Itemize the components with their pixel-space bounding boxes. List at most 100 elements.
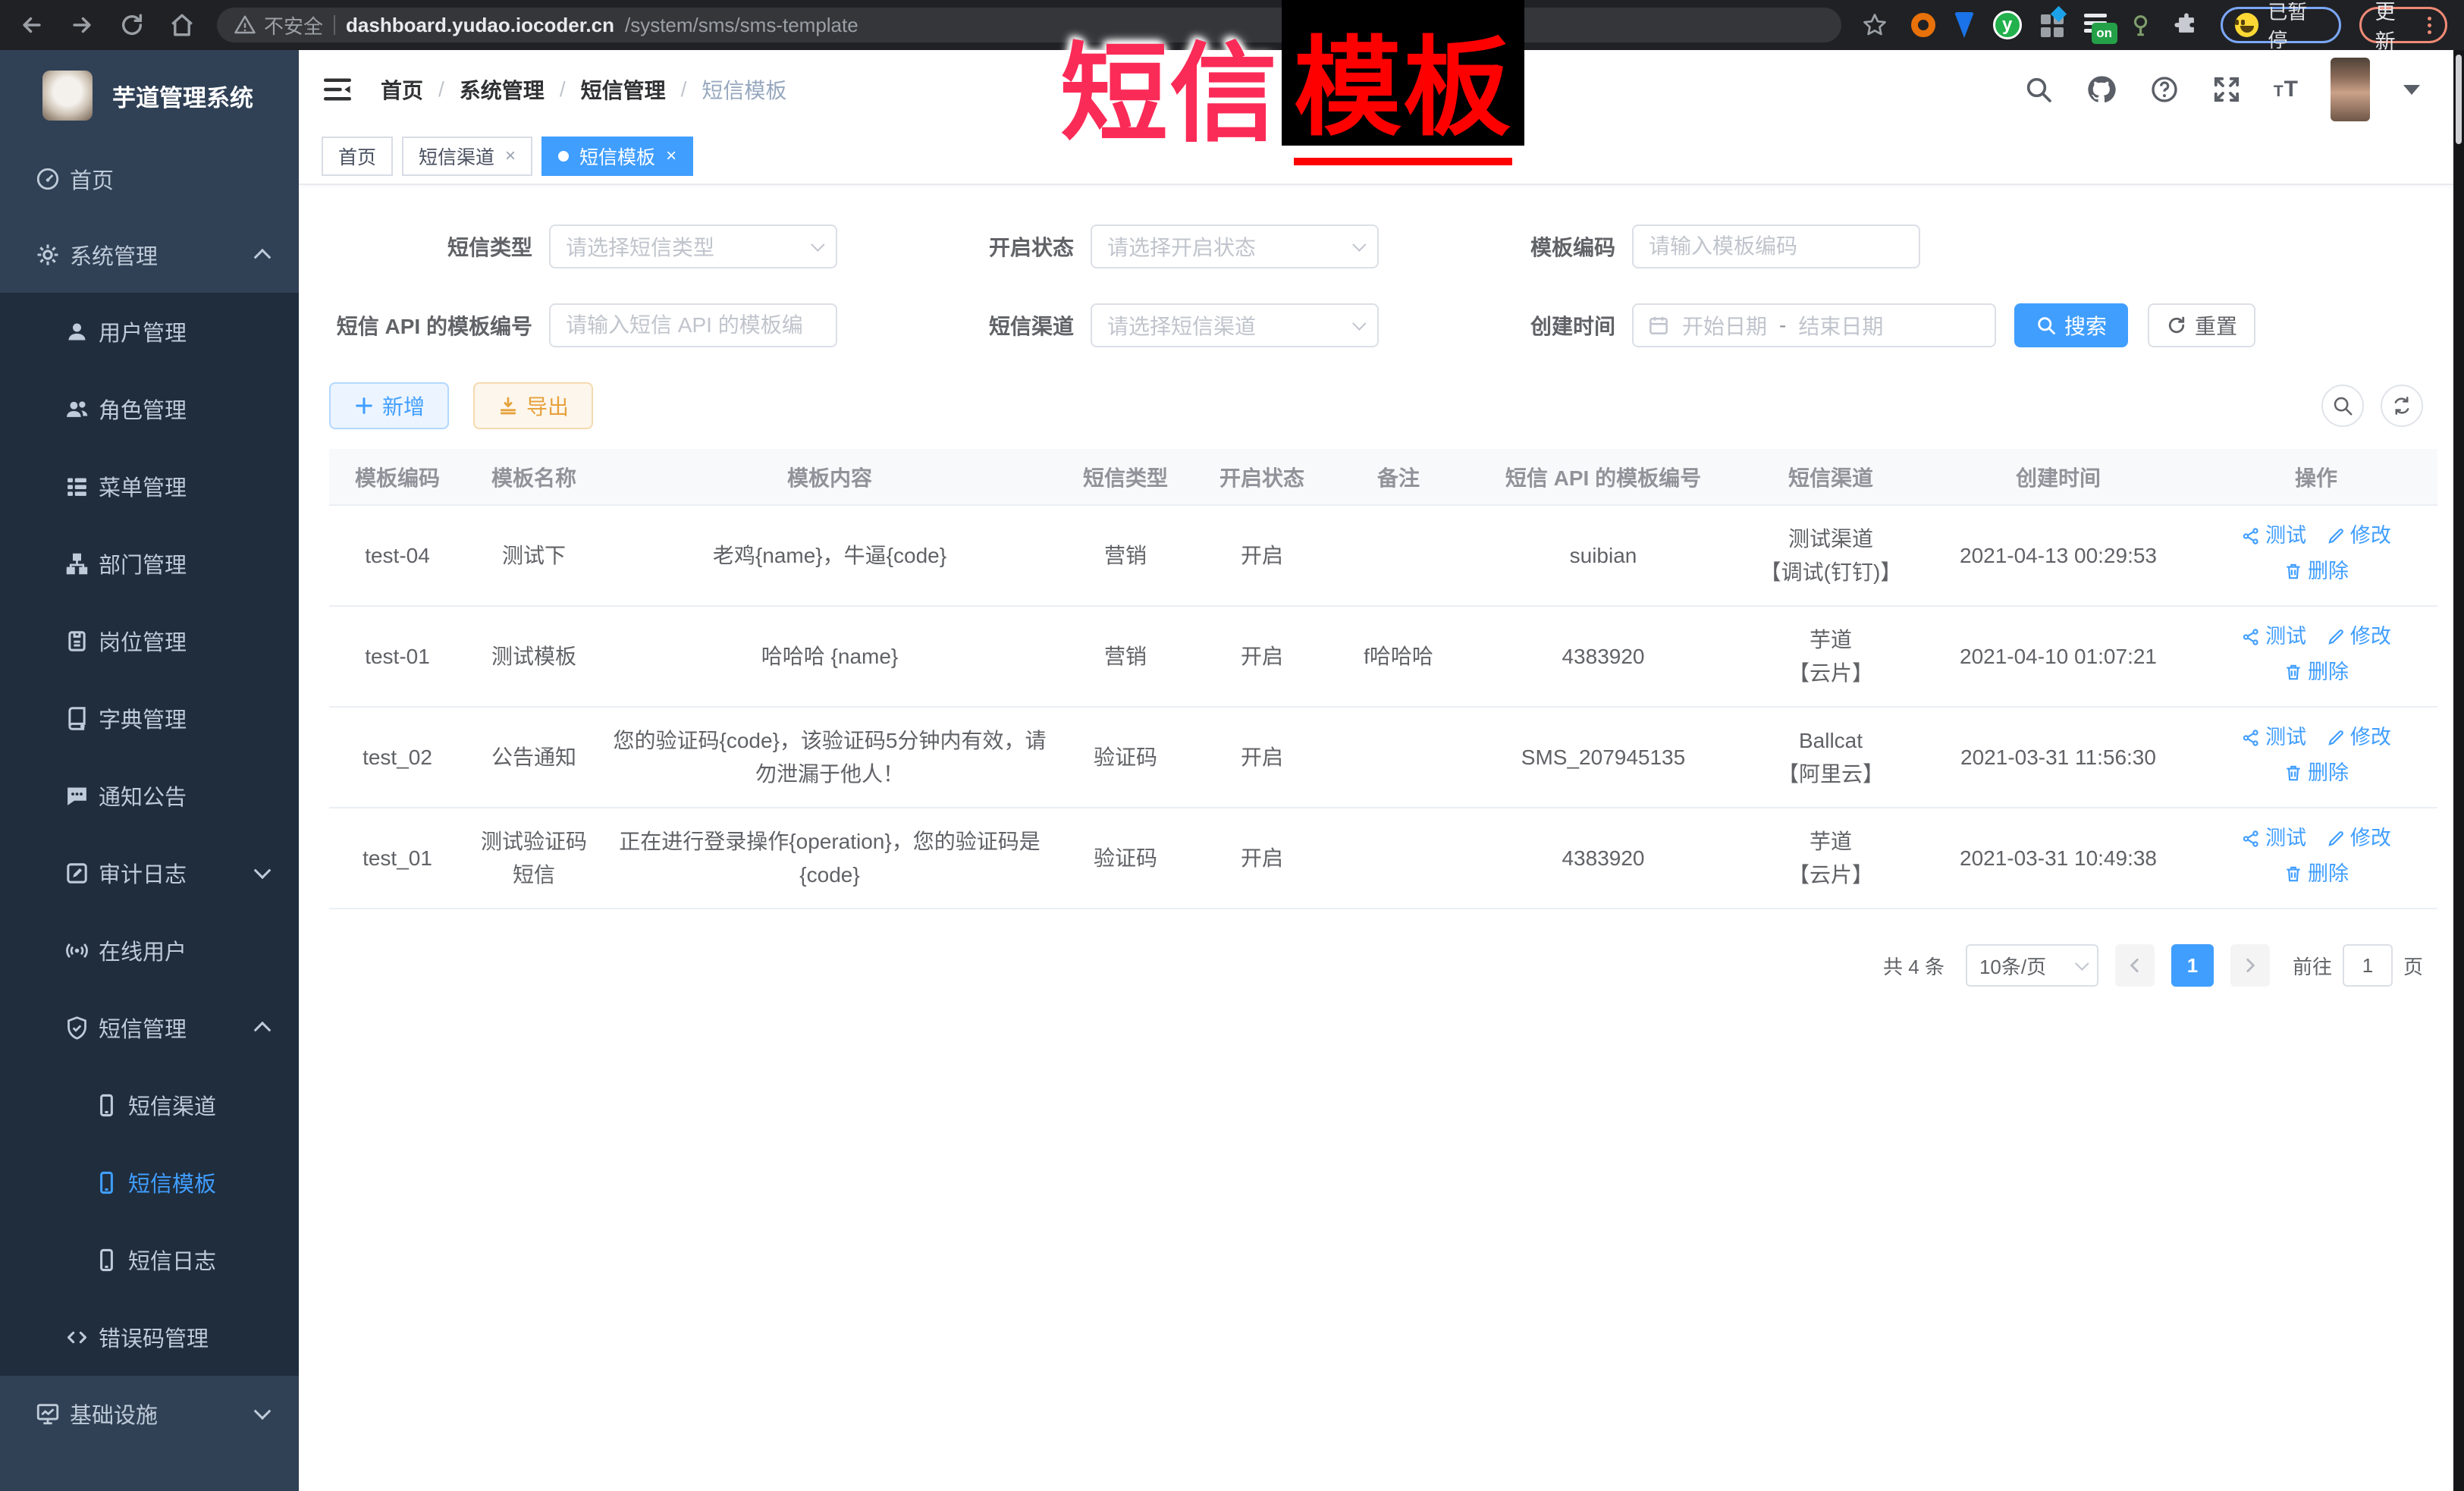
edit-link[interactable]: 修改 <box>2326 621 2391 653</box>
sidebar-item-infrastructure[interactable]: 基础设施 <box>0 1376 299 1452</box>
tab-sms-template[interactable]: 短信模板× <box>541 137 693 176</box>
help-icon[interactable] <box>2149 74 2180 105</box>
sms-type-select[interactable]: 请选择短信类型 <box>549 224 837 268</box>
extension-pin-icon[interactable] <box>1954 12 1974 38</box>
sidebar-item-sms-channel[interactable]: 短信渠道 <box>0 1066 299 1144</box>
create-time-range-picker[interactable]: 开始日期 - 结束日期 <box>1632 303 1996 347</box>
tab-home[interactable]: 首页 <box>322 137 393 176</box>
edit-link[interactable]: 修改 <box>2326 520 2391 552</box>
github-icon[interactable] <box>2086 74 2117 105</box>
sidebar-fold-icon[interactable] <box>322 74 353 105</box>
export-button[interactable]: 导出 <box>473 382 593 429</box>
reload-icon[interactable] <box>117 10 147 40</box>
page-number-button[interactable]: 1 <box>2171 944 2214 987</box>
prev-page-button[interactable] <box>2115 944 2155 987</box>
close-icon[interactable]: × <box>505 146 516 167</box>
profile-paused-pill[interactable]: 已暂停 <box>2221 7 2341 43</box>
browser-menu-icon[interactable] <box>2428 17 2431 34</box>
edit-link[interactable]: 修改 <box>2326 722 2391 754</box>
page-size-select[interactable]: 10条/页 <box>1966 944 2098 987</box>
col-remark: 备注 <box>1330 449 1467 505</box>
font-size-icon[interactable]: TT <box>2274 77 2299 102</box>
back-icon[interactable] <box>17 10 47 40</box>
sidebar-item-dictionary[interactable]: 字典管理 <box>0 680 299 757</box>
open-status-select[interactable]: 请选择开启状态 <box>1091 224 1379 268</box>
sidebar-item-audit-log[interactable]: 审计日志 <box>0 834 299 912</box>
extension-grid-icon[interactable] <box>2041 13 2065 37</box>
window-scrollbar[interactable] <box>2453 50 2464 1491</box>
forward-icon[interactable] <box>67 10 97 40</box>
delete-link[interactable]: 删除 <box>2284 657 2349 689</box>
sidebar-item-announcements[interactable]: 通知公告 <box>0 757 299 834</box>
total-count: 共 4 条 <box>1883 952 1945 980</box>
sidebar-item-departments[interactable]: 部门管理 <box>0 525 299 602</box>
sidebar-item-online-users[interactable]: 在线用户 <box>0 912 299 989</box>
app-logo-row[interactable]: 芋道管理系统 <box>0 50 299 141</box>
template-code-label: 模板编码 <box>1412 231 1615 262</box>
sidebar-item-posts[interactable]: 岗位管理 <box>0 602 299 680</box>
extension-spy-icon[interactable] <box>2129 12 2155 38</box>
sms-channel-select[interactable]: 请选择短信渠道 <box>1091 303 1379 347</box>
chevron-down-icon <box>2075 956 2089 970</box>
add-button[interactable]: 新增 <box>329 382 449 429</box>
scrollbar-thumb[interactable] <box>2456 55 2462 144</box>
address-bar[interactable]: 不安全 dashboard.yudao.iocoder.cn/system/sm… <box>217 8 1841 42</box>
test-link[interactable]: 测试 <box>2241 823 2306 855</box>
test-link[interactable]: 测试 <box>2241 520 2306 552</box>
sidebar-item-system[interactable]: 系统管理 <box>0 217 299 293</box>
chevron-down-icon <box>811 237 824 251</box>
sidebar-item-sms-log[interactable]: 短信日志 <box>0 1221 299 1298</box>
tab-sms-channel[interactable]: 短信渠道× <box>402 137 532 176</box>
search-button[interactable]: 搜索 <box>2014 303 2128 347</box>
gear-icon <box>35 242 61 268</box>
test-link[interactable]: 测试 <box>2241 722 2306 754</box>
sidebar-item-home[interactable]: 首页 <box>0 141 299 217</box>
toggle-search-icon[interactable] <box>2321 385 2364 427</box>
bookmark-star-icon[interactable] <box>1861 11 1888 39</box>
breadcrumb-separator: / <box>438 77 444 102</box>
breadcrumb-home[interactable]: 首页 <box>381 74 423 105</box>
avatar-caret-icon[interactable] <box>2403 85 2420 95</box>
delete-link[interactable]: 删除 <box>2284 556 2349 588</box>
sidebar-item-sms-management[interactable]: 短信管理 <box>0 989 299 1066</box>
goto-page-input[interactable] <box>2343 944 2393 987</box>
extension-ring-icon[interactable] <box>1911 13 1935 37</box>
dashboard-icon <box>35 166 61 192</box>
reset-button[interactable]: 重置 <box>2148 303 2255 347</box>
sidebar-item-roles[interactable]: 角色管理 <box>0 370 299 447</box>
next-page-button[interactable] <box>2230 944 2270 987</box>
update-button[interactable]: 更新 <box>2359 7 2447 43</box>
app-logo <box>42 71 93 121</box>
extension-list-icon[interactable]: on <box>2084 12 2110 38</box>
breadcrumb-system[interactable]: 系统管理 <box>460 74 545 105</box>
col-template-name: 模板名称 <box>466 449 602 505</box>
col-sms-type: 短信类型 <box>1057 449 1194 505</box>
extensions-puzzle-icon[interactable] <box>2174 12 2199 38</box>
close-icon[interactable]: × <box>666 146 676 167</box>
search-icon[interactable] <box>2023 74 2054 105</box>
sidebar-item-menus[interactable]: 菜单管理 <box>0 447 299 525</box>
extension-y-icon[interactable]: y <box>1993 11 2022 39</box>
sidebar-item-error-codes[interactable]: 错误码管理 <box>0 1298 299 1376</box>
calendar-icon <box>1647 314 1670 337</box>
delete-link[interactable]: 删除 <box>2284 859 2349 890</box>
refresh-icon[interactable] <box>2381 385 2423 427</box>
sidebar-item-users[interactable]: 用户管理 <box>0 293 299 370</box>
test-link[interactable]: 测试 <box>2241 621 2306 653</box>
sidebar-item-sms-template[interactable]: 短信模板 <box>0 1144 299 1221</box>
sidebar-item-label: 字典管理 <box>99 702 187 734</box>
user-avatar[interactable] <box>2331 58 2370 121</box>
extension-on-badge: on <box>2092 23 2117 44</box>
delete-link[interactable]: 删除 <box>2284 758 2349 789</box>
phone-icon <box>94 1170 119 1195</box>
breadcrumb-sms[interactable]: 短信管理 <box>581 74 666 105</box>
edit-link[interactable]: 修改 <box>2326 823 2391 855</box>
api-template-id-input[interactable] <box>549 303 837 347</box>
breadcrumb-current: 短信模板 <box>702 74 786 105</box>
home-icon[interactable] <box>167 10 197 40</box>
template-code-input[interactable] <box>1632 224 1920 268</box>
col-template-code: 模板编码 <box>329 449 466 505</box>
fullscreen-icon[interactable] <box>2211 74 2242 105</box>
sidebar-submenu-system: 用户管理 角色管理 菜单管理 部门管理 岗位管理 字典管理 通知公告 审计日志 <box>0 293 299 1376</box>
sidebar-item-label: 错误码管理 <box>99 1321 209 1353</box>
